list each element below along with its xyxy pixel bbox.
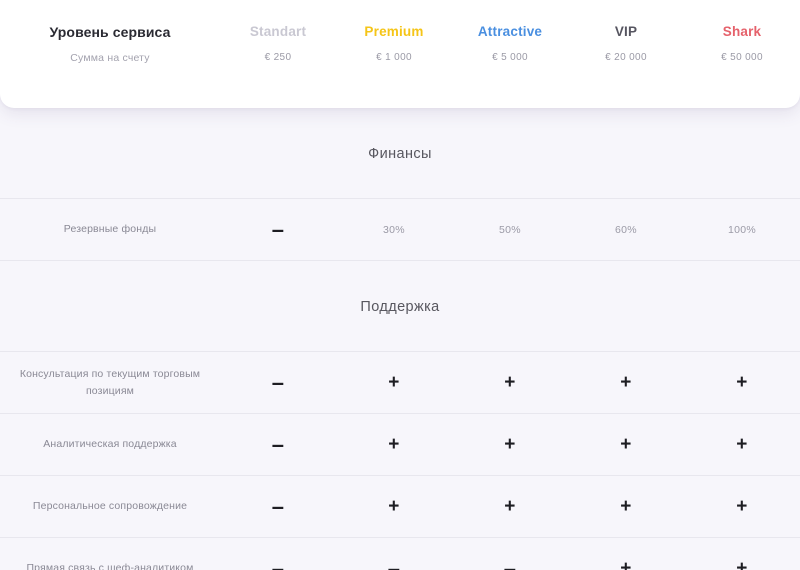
- feature-value-cell: +: [452, 435, 568, 454]
- table-row: Прямая связь с шеф-аналитиком – – – + +: [0, 538, 800, 570]
- plan-name-standart: Standart: [249, 24, 307, 39]
- feature-value-cell: +: [568, 373, 684, 392]
- plan-price-premium: € 1 000: [376, 52, 412, 64]
- plus-icon: +: [504, 434, 516, 455]
- table-row: Аналитическая поддержка – + + + +: [0, 414, 800, 476]
- plan-name-attractive: Attractive: [477, 24, 543, 39]
- plus-icon: +: [620, 496, 632, 517]
- plus-icon: +: [504, 372, 516, 393]
- table-row: Консультация по текущим торговым позиция…: [0, 352, 800, 414]
- feature-label: Прямая связь с шеф-аналитиком: [26, 562, 194, 570]
- feature-label: Консультация по текущим торговым позиция…: [19, 368, 201, 397]
- plus-icon: +: [620, 434, 632, 455]
- plan-price-standart: € 250: [264, 52, 292, 64]
- section-header-финансы: Финансы: [0, 108, 800, 199]
- feature-value-cell: –: [452, 555, 568, 570]
- plus-icon: +: [388, 372, 400, 393]
- feature-value-cell: +: [452, 373, 568, 392]
- feature-label: Персональное сопровождение: [32, 500, 188, 513]
- feature-value-cell: +: [336, 435, 452, 454]
- plans-header-card: Уровень сервиса Сумма на счету Standart …: [0, 0, 800, 108]
- minus-icon: –: [271, 431, 285, 457]
- feature-value-cell: +: [568, 497, 684, 516]
- feature-value-cell: +: [568, 435, 684, 454]
- plan-price-shark: € 50 000: [721, 52, 763, 64]
- page-title: Уровень сервиса: [49, 24, 171, 40]
- feature-value-cell: +: [684, 373, 800, 392]
- plan-name-vip: VIP: [614, 24, 638, 39]
- minus-icon: –: [271, 216, 285, 242]
- feature-value-cell: +: [684, 497, 800, 516]
- feature-value-cell: –: [220, 369, 336, 395]
- plan-price-attractive: € 5 000: [492, 52, 528, 64]
- plus-icon: +: [736, 496, 748, 517]
- feature-value-cell: 100%: [727, 223, 757, 236]
- plus-icon: +: [736, 372, 748, 393]
- feature-value-cell: –: [336, 555, 452, 570]
- feature-value-cell: 60%: [615, 223, 637, 236]
- header-subtitle: Сумма на счету: [70, 52, 150, 64]
- plan-price-vip: € 20 000: [605, 52, 647, 64]
- minus-icon: –: [503, 555, 517, 570]
- plan-column-shark[interactable]: Shark € 50 000: [684, 24, 800, 63]
- feature-value-cell: +: [336, 373, 452, 392]
- feature-value-cell: +: [684, 559, 800, 570]
- plus-icon: +: [620, 558, 632, 570]
- plus-icon: +: [736, 558, 748, 570]
- feature-label: Резервные фонды: [63, 223, 157, 236]
- plus-icon: +: [388, 434, 400, 455]
- plus-icon: +: [504, 496, 516, 517]
- feature-value-cell: –: [220, 431, 336, 457]
- plans-header-row: Уровень сервиса Сумма на счету Standart …: [0, 24, 800, 64]
- plan-column-standart[interactable]: Standart € 250: [220, 24, 336, 63]
- table-row: Персональное сопровождение – + + + +: [0, 476, 800, 538]
- plus-icon: +: [620, 372, 632, 393]
- minus-icon: –: [387, 555, 401, 570]
- plan-column-premium[interactable]: Premium € 1 000: [336, 24, 452, 63]
- plan-name-shark: Shark: [722, 24, 762, 39]
- minus-icon: –: [271, 493, 285, 519]
- feature-value-cell: –: [220, 493, 336, 519]
- plan-name-premium: Premium: [364, 24, 424, 39]
- feature-value-cell: +: [568, 559, 684, 570]
- feature-value-cell: +: [452, 497, 568, 516]
- plus-icon: +: [388, 496, 400, 517]
- feature-value-cell: –: [220, 555, 336, 570]
- table-row: Резервные фонды – 30% 50% 60% 100%: [0, 199, 800, 261]
- feature-value-cell: +: [684, 435, 800, 454]
- feature-value-cell: +: [336, 497, 452, 516]
- feature-value-cell: 30%: [383, 223, 405, 236]
- feature-value-cell: 50%: [499, 223, 521, 236]
- minus-icon: –: [271, 369, 285, 395]
- feature-value-cell: –: [220, 216, 336, 242]
- minus-icon: –: [271, 555, 285, 570]
- header-label-column: Уровень сервиса Сумма на счету: [0, 24, 220, 64]
- plan-column-attractive[interactable]: Attractive € 5 000: [452, 24, 568, 63]
- section-header-поддержка: Поддержка: [0, 261, 800, 352]
- comparison-table: Финансы Резервные фонды – 30% 50% 60% 100% Подд…: [0, 108, 800, 570]
- plan-column-vip[interactable]: VIP € 20 000: [568, 24, 684, 63]
- feature-label: Аналитическая поддержка: [43, 438, 177, 451]
- plus-icon: +: [736, 434, 748, 455]
